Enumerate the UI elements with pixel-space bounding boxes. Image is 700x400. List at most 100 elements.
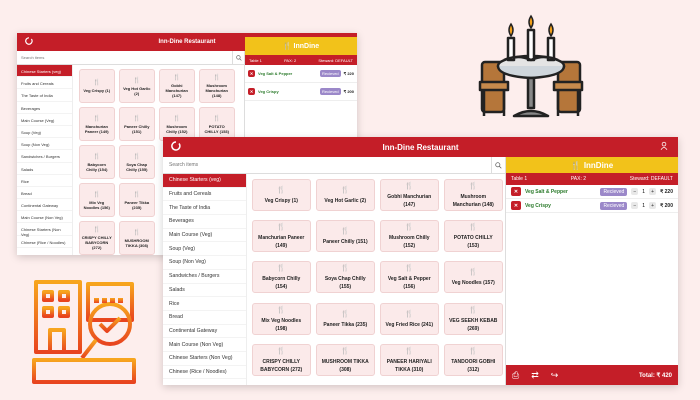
- menu-item-card[interactable]: 🍴 CRISPY CHILLY BABYCORN (272): [251, 343, 311, 376]
- menu-item-card[interactable]: 🍴 Mix Veg Noodles (198): [251, 302, 311, 335]
- category-item[interactable]: Chinese (Rice / Noodles): [17, 236, 72, 248]
- menu-item-label: Veg Fried Rice (241): [385, 321, 434, 328]
- search-input[interactable]: [163, 157, 491, 173]
- category-item[interactable]: Rice: [163, 297, 246, 311]
- decrease-qty-button[interactable]: −: [631, 202, 639, 209]
- category-item[interactable]: Chinese Starters (veg): [163, 174, 246, 188]
- increase-qty-button[interactable]: +: [649, 188, 657, 195]
- menu-item-card[interactable]: 🍴 Manchurian Paneer (149): [78, 107, 115, 141]
- menu-item-label: Babycorn Chilly (154): [86, 161, 108, 172]
- menu-item-label: Veg Hot Garlic (2): [324, 198, 367, 205]
- menu-item-card[interactable]: 🍴 Gobhi Manchurian (147): [158, 69, 195, 103]
- category-item[interactable]: Chinese Starters (Non Veg): [17, 223, 72, 237]
- fork-icon: 🍴: [133, 77, 141, 84]
- fork-icon: 🍴: [340, 228, 350, 236]
- remove-item-button[interactable]: ✕: [248, 88, 255, 95]
- menu-item-card[interactable]: 🍴 Mushroom Manchurian (148): [198, 69, 235, 103]
- category-item[interactable]: Salads: [163, 284, 246, 298]
- menu-item-card[interactable]: 🍴 MUSHROOM TIKKA (308): [118, 221, 155, 255]
- fork-icon: 🍴: [276, 186, 286, 194]
- menu-item-card[interactable]: 🍴 Gobhi Manchurian (147): [379, 179, 439, 211]
- menu-item-card[interactable]: 🍴 Paneer Chilly (151): [315, 220, 375, 253]
- menu-item-label: Veg Salt & Pepper (156): [387, 276, 431, 291]
- category-item[interactable]: Chinese Starters (Non Veg): [163, 352, 246, 366]
- category-item[interactable]: Soup (Veg): [17, 126, 72, 139]
- menu-item-card[interactable]: 🍴 Mushroom Chilly (152): [379, 220, 439, 253]
- category-item[interactable]: Soup (Non Veg): [17, 138, 72, 151]
- menu-item-card[interactable]: 🍴 Mushroom Manchurian (148): [443, 179, 503, 211]
- menu-item-card[interactable]: 🍴 Manchurian Paneer (149): [251, 220, 311, 253]
- exit-icon[interactable]: ↪: [551, 370, 559, 381]
- category-item[interactable]: Continental Gateway: [163, 325, 246, 339]
- menu-item-label: MUSHROOM TIKKA (308): [124, 237, 149, 248]
- menu-item-card[interactable]: 🍴 Mushroom Chilly (152): [158, 107, 195, 141]
- category-item[interactable]: The Taste of India: [163, 201, 246, 216]
- print-icon[interactable]: ⎙: [512, 370, 519, 381]
- category-item[interactable]: Chinese Starters (veg): [17, 65, 72, 78]
- fork-icon: 🍴: [282, 43, 292, 50]
- category-item[interactable]: Main Course (Veg): [17, 114, 72, 126]
- increase-qty-button[interactable]: +: [649, 202, 657, 209]
- pax-label: PAX: 2: [570, 176, 587, 182]
- remove-item-button[interactable]: ✕: [248, 70, 255, 77]
- fork-icon: 🍴: [276, 306, 286, 314]
- status-badge: Recieved: [319, 70, 341, 77]
- user-icon[interactable]: [660, 141, 668, 153]
- category-item[interactable]: Beverages: [163, 215, 246, 229]
- category-item[interactable]: Soup (Non Veg): [163, 256, 246, 270]
- menu-item-label: Manchurian Paneer (149): [258, 235, 305, 250]
- category-item[interactable]: Main Course (Veg): [163, 229, 246, 243]
- category-item[interactable]: Soup (Veg): [163, 242, 246, 257]
- remove-item-button[interactable]: ✕: [511, 201, 521, 210]
- menu-item-card[interactable]: 🍴 Veg Hot Garlic (2): [118, 69, 155, 103]
- menu-item-card[interactable]: 🍴 CRISPY CHILLY BABYCORN (272): [78, 221, 115, 255]
- fork-icon: 🍴: [570, 160, 581, 170]
- menu-item-card[interactable]: 🍴 POTATO CHILLY (153): [443, 220, 503, 253]
- menu-item-card[interactable]: 🍴 Soya Chap Chilly (155): [118, 145, 155, 179]
- category-item[interactable]: Beverages: [17, 102, 72, 114]
- menu-item-card[interactable]: 🍴 Veg Fried Rice (241): [379, 302, 439, 335]
- category-item[interactable]: Continental Gateway: [17, 199, 72, 212]
- menu-item-card[interactable]: 🍴 POTATO CHILLY (153): [198, 107, 235, 141]
- category-item[interactable]: Main Course (Non Veg): [163, 338, 246, 352]
- menu-item-card[interactable]: 🍴 Veg Hot Garlic (2): [315, 179, 375, 211]
- menu-item-card[interactable]: 🍴 Veg Crispy (1): [251, 179, 311, 211]
- category-item[interactable]: Chinese (Rice / Noodles): [163, 366, 246, 380]
- menu-item-label: PANEER HARIYALI TIKKA (310): [386, 358, 432, 373]
- category-item[interactable]: Fruits and Cereals: [17, 77, 72, 90]
- decrease-qty-button[interactable]: −: [631, 188, 639, 195]
- menu-item-card[interactable]: 🍴 Babycorn Chilly (154): [78, 145, 115, 179]
- menu-item-card[interactable]: 🍴 Veg Noodles (157): [443, 261, 503, 294]
- menu-item-card[interactable]: 🍴 TANDOORI GOBHI (312): [443, 343, 503, 376]
- dining-table-illustration: [478, 14, 584, 118]
- remove-item-button[interactable]: ✕: [511, 187, 521, 196]
- menu-item-card[interactable]: 🍴 VEG SEEKH KEBAB (269): [443, 302, 503, 335]
- category-item[interactable]: Bread: [163, 311, 246, 325]
- transfer-icon[interactable]: ⇄: [531, 370, 539, 381]
- menu-item-card[interactable]: 🍴 Veg Crispy (1): [78, 69, 115, 103]
- category-item[interactable]: Main Course (Non Veg): [17, 211, 72, 224]
- category-item[interactable]: Salads: [17, 163, 72, 175]
- category-item[interactable]: Bread: [17, 187, 72, 200]
- category-item[interactable]: Sandwiches / Burgers: [163, 270, 246, 284]
- menu-item-card[interactable]: 🍴 Paneer Chilly (151): [118, 107, 155, 141]
- fork-icon: 🍴: [468, 306, 478, 314]
- menu-item-card[interactable]: 🍴 MUSHROOM TIKKA (308): [315, 343, 375, 376]
- menu-item-card[interactable]: 🍴 Soya Chap Chilly (155): [315, 261, 375, 294]
- menu-item-card[interactable]: 🍴 Babycorn Chilly (154): [251, 261, 311, 294]
- category-item[interactable]: Rice: [17, 175, 72, 187]
- item-price: ₹ 200: [660, 202, 673, 209]
- search-icon[interactable]: [491, 157, 505, 173]
- menu-item-card[interactable]: 🍴 Paneer Tikka (235): [315, 302, 375, 335]
- brand-name: InnDine: [293, 42, 320, 50]
- order-row: ✕ Veg Salt & Pepper Recieved −1 + ₹ 220: [506, 185, 678, 199]
- search-icon[interactable]: [232, 51, 244, 64]
- category-item[interactable]: Fruits and Cereals: [163, 188, 246, 202]
- category-item[interactable]: Sandwiches / Burgers: [17, 150, 72, 163]
- menu-item-card[interactable]: 🍴 Veg Salt & Pepper (156): [379, 261, 439, 294]
- search-input[interactable]: [17, 51, 232, 64]
- menu-item-card[interactable]: 🍴 Mix Veg Noodles (156): [78, 183, 115, 217]
- menu-item-card[interactable]: 🍴 PANEER HARIYALI TIKKA (310): [379, 343, 439, 376]
- menu-item-card[interactable]: 🍴 Paneer Tikka (235): [118, 183, 155, 217]
- category-item[interactable]: The Taste of India: [17, 89, 72, 102]
